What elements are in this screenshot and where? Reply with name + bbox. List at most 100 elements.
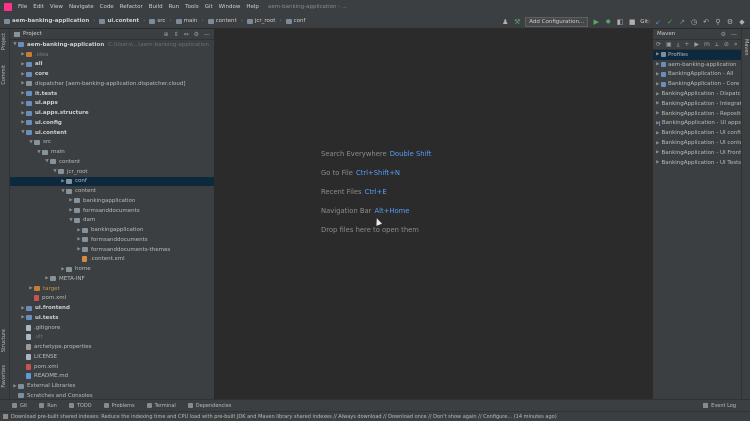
tree-node[interactable]: ▶ dispatcher [aem-banking-application.dis… [10,79,214,89]
tree-node[interactable]: ▶ External Libraries [10,381,214,391]
execute-goal-icon[interactable]: m [704,41,710,48]
tree-node[interactable]: LICENSE [10,352,214,362]
run-maven-icon[interactable]: ▶ [694,41,699,48]
chevron-right-icon[interactable]: ▶ [656,111,659,116]
tab-dependencies[interactable]: Dependencies [187,403,231,409]
chevron-right-icon[interactable]: ▶ [656,150,659,155]
menu-run[interactable]: Run [169,4,180,10]
project-panel-title[interactable]: Project [23,31,42,37]
download-icon[interactable]: ⤓ [677,41,680,49]
maven-project-row[interactable]: ▶ BankingApplication - Dispatcher [653,89,741,99]
tab-project[interactable]: Project [1,33,7,50]
menu-build[interactable]: Build [149,4,163,10]
tree-node[interactable]: ▶ core [10,69,214,79]
debug-icon[interactable]: ✹ [604,18,612,26]
chevron-right-icon[interactable]: ▶ [656,101,659,106]
git-push-icon[interactable]: ↗ [678,18,686,26]
tree-node[interactable]: pom.xml [10,294,214,304]
breadcrumb-item[interactable]: ui.content › [99,18,145,24]
user-icon[interactable]: ♟ [501,18,509,26]
tree-node[interactable]: ▶ formsanddocuments [10,206,214,216]
build-hammer-icon[interactable]: ⚒ [513,18,521,26]
tree-node[interactable]: ▼ main [10,147,214,157]
chevron-right-icon[interactable]: ▶ [656,160,659,165]
maven-project-row[interactable]: ▶BankingApplication - UI Frontend [653,148,741,158]
maven-settings-gear-icon[interactable]: ⚙ [721,31,726,38]
tree-node[interactable]: ▼ content [10,157,214,167]
rollback-icon[interactable]: ↶ [702,18,710,26]
panel-settings-gear-icon[interactable]: ⚙ [194,31,199,38]
run-configuration-select[interactable]: Add Configuration... [525,16,589,27]
maven-project-row[interactable]: ▶ BankingApplication - UI content [653,138,741,148]
tab-todo[interactable]: TODO [68,403,92,409]
maven-project-row[interactable]: ▶ BankingApplication - UI Tests [653,158,741,168]
add-maven-project-icon[interactable]: ▣ [666,41,672,48]
history-icon[interactable]: ◷ [690,18,698,26]
tab-favorites[interactable]: Favorites [1,365,7,388]
tab-run[interactable]: Run [39,403,57,409]
tree-node[interactable]: ▶ ui.apps.structure [10,108,214,118]
tree-node[interactable]: pom.xml [10,362,214,372]
breadcrumb-item[interactable]: main › [175,18,204,24]
menu-code[interactable]: Code [100,4,114,10]
breadcrumb-item[interactable]: src › [149,18,172,24]
tree-node[interactable]: ▶ ui.apps [10,99,214,109]
reload-icon[interactable]: ⟳ [656,41,661,48]
hide-panel-icon[interactable]: — [204,31,210,38]
breadcrumb-item[interactable]: conf [285,18,305,24]
tree-node[interactable]: ▼ content [10,186,214,196]
coverage-icon[interactable]: ◧ [616,18,624,26]
maven-hide-icon[interactable]: — [731,31,737,38]
tree-node[interactable]: ▼ jcr_root [10,167,214,177]
settings-gear-icon[interactable]: ⚙ [726,18,734,26]
tree-node[interactable]: ▶ bankingapplication [10,225,214,235]
toggle-offline-icon[interactable]: ⟂ [715,41,719,49]
tree-node[interactable]: ▶ ui.frontend [10,303,214,313]
editor-area[interactable]: Search Everywhere Double Shift Go to File… [215,29,652,399]
tree-node[interactable]: ▼ ui.content [10,128,214,138]
breadcrumb-item[interactable]: jcr_root › [246,18,282,24]
maven-project-row[interactable]: ▶ BankingApplication - UI apps [653,119,741,129]
menu-refactor[interactable]: Refactor [120,4,143,10]
tab-terminal[interactable]: Terminal [146,403,176,409]
breadcrumb-item[interactable]: aem-banking-application › [4,18,95,24]
skip-tests-icon[interactable]: ⊘ [724,41,729,48]
add-icon[interactable]: + [684,41,689,48]
maven-project-row[interactable]: ▶ aem-banking-application [653,60,741,70]
tree-node[interactable]: ▶ home [10,264,214,274]
event-log-tab[interactable]: Event Log [703,403,736,409]
tree-node[interactable]: ▶ target [10,283,214,294]
maven-project-row[interactable]: ▶BankingApplication - Integration Tests [653,99,741,109]
tree-node[interactable]: ▶ all [10,60,214,70]
menu-tools[interactable]: Tools [185,4,199,10]
chevron-right-icon[interactable]: ▶ [656,131,659,136]
tab-git[interactable]: Git [12,403,27,409]
tree-node[interactable]: ▶ bankingapplication [10,196,214,206]
more-icon[interactable]: » [734,41,738,48]
maven-project-row[interactable]: ▶ BankingApplication - UI config [653,128,741,138]
collapse-all-icon[interactable]: ⇕ [174,31,179,38]
breadcrumb-item[interactable]: content › [207,18,243,24]
menu-git[interactable]: Git [205,4,213,10]
expand-all-icon[interactable]: ⇔ [184,31,189,38]
menu-navigate[interactable]: Navigate [69,4,94,10]
tree-node[interactable]: ▶ ui.tests [10,313,214,323]
menu-window[interactable]: Window [219,4,241,10]
tree-node[interactable]: ▶ formsanddocuments-themes [10,245,214,255]
tree-node[interactable]: ▶ .idea [10,50,214,60]
maven-project-row[interactable]: ▶ BankingApplication - All [653,70,741,80]
locate-icon[interactable]: ⊕ [164,31,169,38]
tree-node[interactable]: .gitignore [10,323,214,333]
status-notification-icon[interactable] [3,414,8,419]
search-icon[interactable]: ⚲ [714,18,722,26]
tree-node[interactable]: ▼ aem-banking-application C:\Users\…\aem-b… [10,40,214,50]
menu-file[interactable]: File [18,4,27,10]
tree-node[interactable]: ▶ ui.config [10,118,214,128]
tab-structure[interactable]: Structure [1,329,7,352]
tab-problems[interactable]: Problems [103,403,135,409]
stop-icon[interactable]: ■ [628,18,636,26]
tree-node[interactable]: .content.xml [10,255,214,265]
maven-project-row[interactable]: ▶BankingApplication - Repository Structu… [653,109,741,119]
tab-maven[interactable]: Maven [743,39,749,56]
tree-node[interactable]: ▼ src [10,138,214,148]
